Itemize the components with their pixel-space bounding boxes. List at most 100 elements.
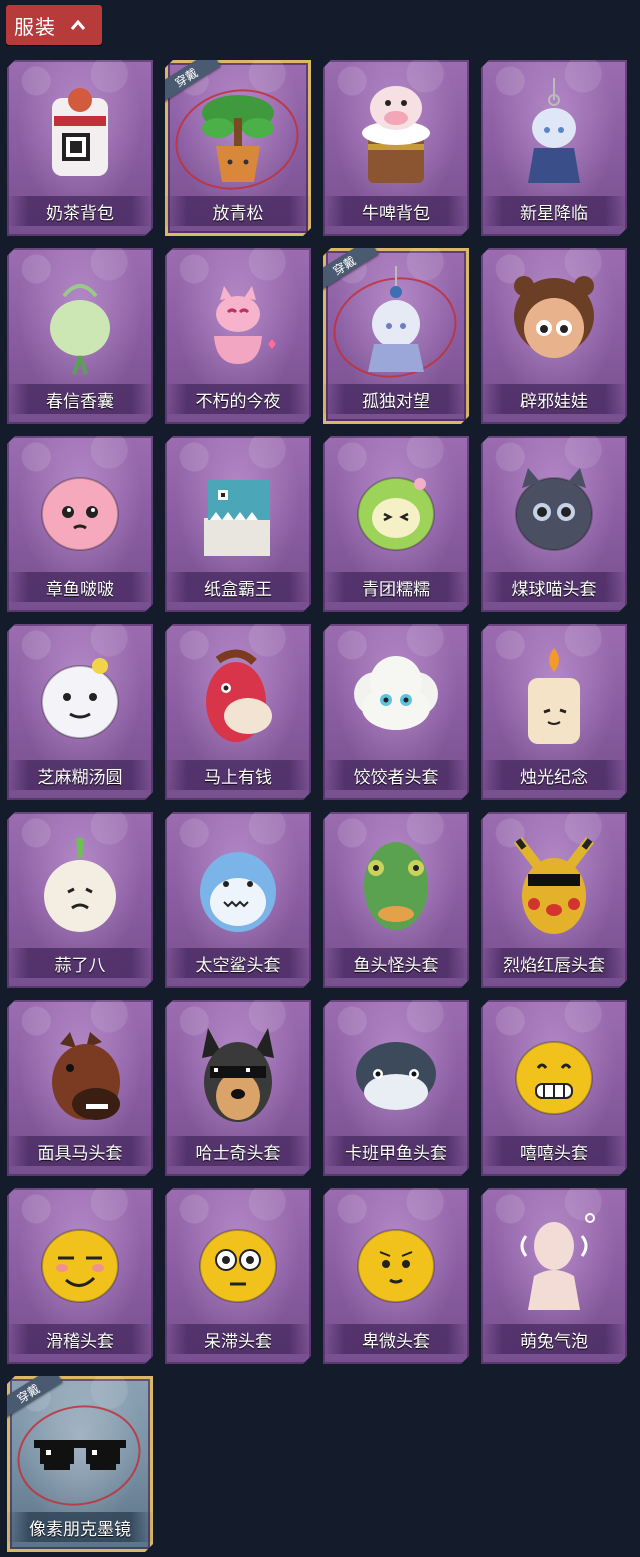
item-label-band: 放青松 (165, 196, 311, 226)
horse-mask-icon (30, 1018, 130, 1128)
item-label-band: 青团糯糯 (323, 572, 469, 602)
costume-card[interactable]: 面具马头套 (7, 1000, 153, 1176)
costume-card[interactable]: 卡班甲鱼头套 (323, 1000, 469, 1176)
costume-card[interactable]: 太空鲨头套 (165, 812, 311, 988)
costume-card[interactable]: 穿戴 孤独对望 (323, 248, 469, 424)
pikachu-mask-icon (504, 830, 604, 940)
item-name: 像素朋克墨镜 (29, 1519, 131, 1540)
bunny-bubble-icon (504, 1206, 604, 1316)
item-name: 烈焰红唇头套 (503, 955, 605, 976)
red-horse-head-icon (188, 642, 288, 752)
costume-card[interactable]: 新星降临 (481, 60, 627, 236)
costume-card[interactable]: 烛光纪念 (481, 624, 627, 800)
item-label-band: 卡班甲鱼头套 (323, 1136, 469, 1166)
item-label-band: 萌兔气泡 (481, 1324, 627, 1354)
item-name: 鱼头怪头套 (353, 955, 439, 976)
item-name: 孤独对望 (362, 391, 430, 412)
costume-card[interactable]: 嘻嘻头套 (481, 1000, 627, 1176)
costume-card[interactable]: 马上有钱 (165, 624, 311, 800)
item-label-band: 像素朋克墨镜 (7, 1512, 153, 1542)
costume-card[interactable]: 煤球喵头套 (481, 436, 627, 612)
item-name: 嘻嘻头套 (520, 1143, 588, 1164)
dumpling-cloud-head-icon (346, 642, 446, 752)
item-label-band: 饺饺者头套 (323, 760, 469, 790)
item-label-band: 太空鲨头套 (165, 948, 311, 978)
item-name: 烛光纪念 (520, 767, 588, 788)
doll-head-icon (504, 266, 604, 376)
costume-card[interactable]: 穿戴 像素朋克墨镜 (7, 1376, 153, 1552)
item-name: 青团糯糯 (362, 579, 430, 600)
item-label-band: 马上有钱 (165, 760, 311, 790)
costume-card[interactable]: 牛啤背包 (323, 60, 469, 236)
rice-dumpling-head-icon (30, 642, 130, 752)
item-label-band: 奶茶背包 (7, 196, 153, 226)
costume-card[interactable]: 穿戴 放青松 (165, 60, 311, 236)
costume-card[interactable]: 哈士奇头套 (165, 1000, 311, 1176)
husky-head-icon (188, 1018, 288, 1128)
item-name: 滑稽头套 (46, 1331, 114, 1352)
item-name: 辟邪娃娃 (520, 391, 588, 412)
cow-beer-backpack-icon (346, 78, 446, 188)
costume-card[interactable]: 烈焰红唇头套 (481, 812, 627, 988)
humble-emoji-head-icon (346, 1206, 446, 1316)
item-label-band: 哈士奇头套 (165, 1136, 311, 1166)
item-label-band: 煤球喵头套 (481, 572, 627, 602)
milk-tea-backpack-icon (30, 78, 130, 188)
costume-grid: 奶茶背包 穿戴 放青松 牛啤背包 新星降临春信香囊 不朽的今夜 穿戴 孤独对望辟邪娃娃 章鱼啵… (0, 0, 640, 1557)
costume-card[interactable]: 芝麻糊汤圆 (7, 624, 153, 800)
item-name: 哈士奇头套 (195, 1143, 281, 1164)
black-cat-head-icon (504, 454, 604, 564)
costume-card[interactable]: 蒜了八 (7, 812, 153, 988)
item-label-band: 牛啤背包 (323, 196, 469, 226)
costume-card[interactable]: 辟邪娃娃 (481, 248, 627, 424)
item-label-band: 滑稽头套 (7, 1324, 153, 1354)
item-label-band: 芝麻糊汤圆 (7, 760, 153, 790)
star-doll-keychain-icon (504, 78, 604, 188)
costume-card[interactable]: 春信香囊 (7, 248, 153, 424)
funny-emoji-head-icon (30, 1206, 130, 1316)
item-label-band: 春信香囊 (7, 384, 153, 414)
sachet-icon (30, 266, 130, 376)
item-name: 蒜了八 (54, 955, 106, 976)
item-name: 纸盒霸王 (204, 579, 272, 600)
item-name: 芝麻糊汤圆 (37, 767, 123, 788)
item-label-band: 纸盒霸王 (165, 572, 311, 602)
item-label-band: 孤独对望 (323, 384, 469, 414)
item-name: 章鱼啵啵 (46, 579, 114, 600)
costume-card[interactable]: 纸盒霸王 (165, 436, 311, 612)
item-label-band: 卑微头套 (323, 1324, 469, 1354)
costume-card[interactable]: 奶茶背包 (7, 60, 153, 236)
item-label-band: 烛光纪念 (481, 760, 627, 790)
item-name: 卡班甲鱼头套 (345, 1143, 447, 1164)
item-name: 新星降临 (520, 203, 588, 224)
green-rice-ball-icon (346, 454, 446, 564)
costume-card[interactable]: 青团糯糯 (323, 436, 469, 612)
item-name: 不朽的今夜 (195, 391, 281, 412)
bonsai-pine-icon (188, 78, 288, 188)
item-name: 放青松 (212, 203, 264, 224)
item-name: 马上有钱 (204, 767, 272, 788)
costume-card[interactable]: 萌兔气泡 (481, 1188, 627, 1364)
item-label-band: 烈焰红唇头套 (481, 948, 627, 978)
costume-card[interactable]: 滑稽头套 (7, 1188, 153, 1364)
item-name: 饺饺者头套 (353, 767, 439, 788)
fish-mask-icon (346, 830, 446, 940)
item-label-band: 嘻嘻头套 (481, 1136, 627, 1166)
carp-head-icon (346, 1018, 446, 1128)
item-label-band: 呆滞头套 (165, 1324, 311, 1354)
item-label-band: 面具马头套 (7, 1136, 153, 1166)
costume-card[interactable]: 章鱼啵啵 (7, 436, 153, 612)
item-name: 呆滞头套 (204, 1331, 272, 1352)
costume-card[interactable]: 呆滞头套 (165, 1188, 311, 1364)
costume-card[interactable]: 饺饺者头套 (323, 624, 469, 800)
costume-card[interactable]: 不朽的今夜 (165, 248, 311, 424)
stare-emoji-head-icon (188, 1206, 288, 1316)
costume-card[interactable]: 卑微头套 (323, 1188, 469, 1364)
grin-emoji-head-icon (504, 1018, 604, 1128)
item-name: 太空鲨头套 (195, 955, 281, 976)
item-name: 面具马头套 (37, 1143, 123, 1164)
item-label-band: 新星降临 (481, 196, 627, 226)
cardboard-dino-icon (188, 454, 288, 564)
item-label-band: 鱼头怪头套 (323, 948, 469, 978)
costume-card[interactable]: 鱼头怪头套 (323, 812, 469, 988)
